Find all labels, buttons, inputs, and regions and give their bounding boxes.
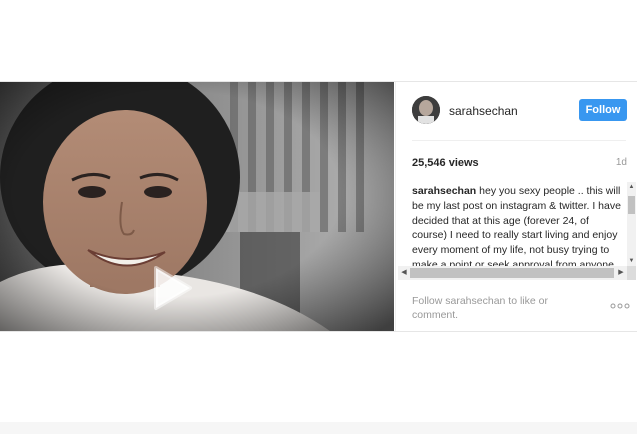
username-link[interactable]: sarahsechan	[449, 104, 518, 118]
caption-username[interactable]: sarahsechan	[412, 185, 476, 197]
scroll-up-arrow-icon[interactable]: ▲	[628, 183, 635, 191]
horizontal-scroll-thumb[interactable]	[410, 268, 614, 278]
video-thumbnail	[0, 82, 394, 331]
caption: sarahsechan hey you sexy people .. this …	[412, 184, 626, 273]
more-options-icon[interactable]	[610, 302, 630, 310]
follow-button[interactable]: Follow	[579, 99, 627, 121]
video-player[interactable]	[0, 82, 394, 331]
scrollbar-corner	[627, 266, 636, 280]
divider	[412, 140, 626, 141]
vertical-scroll-thumb[interactable]	[628, 196, 635, 214]
post-header: sarahsechan Follow	[396, 82, 637, 140]
caption-text: hey you sexy people .. this will be my l…	[412, 185, 621, 271]
post-time[interactable]: 1d	[616, 157, 627, 168]
caption-scroll-area[interactable]: sarahsechan hey you sexy people .. this …	[398, 182, 636, 280]
page-footer-band	[0, 422, 637, 434]
follow-prompt: Follow sarahsechan to like or comment.	[412, 295, 548, 321]
post-sidebar: sarahsechan Follow 25,546 views 1d sarah…	[395, 82, 637, 331]
post-card: sarahsechan Follow 25,546 views 1d sarah…	[0, 81, 637, 332]
horizontal-scrollbar[interactable]: ◀ ▶	[398, 266, 627, 280]
avatar-image	[412, 96, 440, 124]
scroll-right-arrow-icon[interactable]: ▶	[617, 268, 625, 278]
play-icon[interactable]	[148, 262, 196, 314]
scroll-left-arrow-icon[interactable]: ◀	[400, 268, 408, 278]
scroll-down-arrow-icon[interactable]: ▼	[628, 257, 635, 265]
vertical-scrollbar[interactable]: ▲ ▼	[627, 182, 636, 266]
view-count: 25,546 views	[412, 157, 479, 169]
avatar[interactable]	[412, 96, 440, 124]
